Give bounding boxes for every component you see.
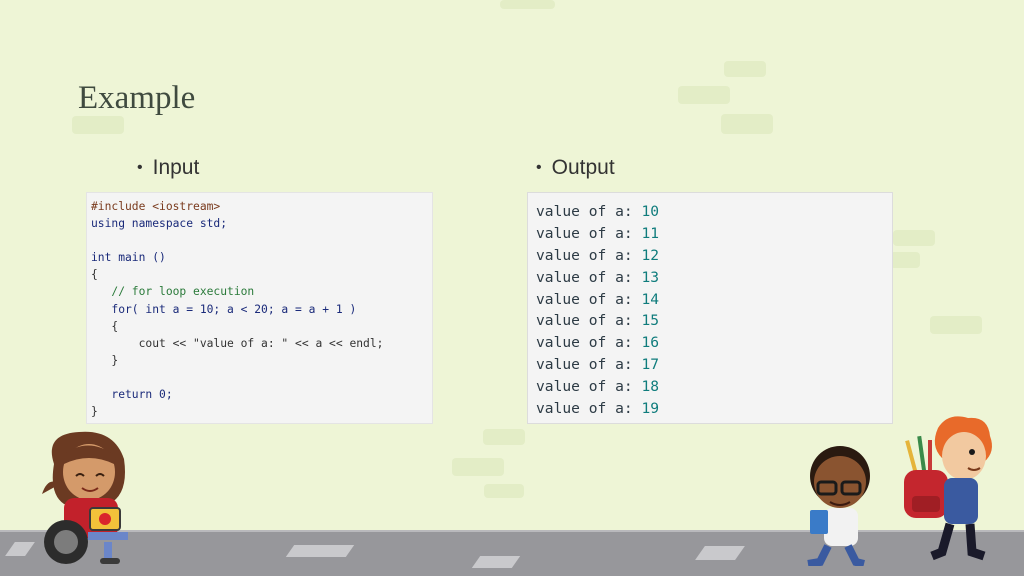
code-line: { — [91, 319, 119, 333]
slide-title: Example — [78, 80, 196, 116]
boy-with-backpack-illustration — [904, 416, 992, 561]
code-line: #include <iostream> — [91, 200, 221, 213]
output-value: 18 — [641, 378, 660, 396]
code-line: { — [91, 268, 98, 282]
output-console-block: value of a: 10 value of a: 11 value of a… — [527, 192, 893, 424]
bullet-icon: • — [137, 159, 143, 176]
output-value: 12 — [641, 246, 660, 264]
output-value: 17 — [641, 356, 660, 374]
output-value: 15 — [641, 312, 660, 330]
code-line: for( int a = 10; a < 20; a = a + 1 ) — [91, 302, 357, 316]
output-prefix: value of a: — [536, 203, 642, 220]
background-brick — [484, 484, 524, 498]
boy-with-glasses-illustration — [807, 446, 870, 566]
code-line: } — [91, 405, 98, 419]
input-heading: • Input — [137, 156, 199, 180]
output-line: value of a: 10 — [536, 201, 892, 223]
background-brick — [483, 429, 525, 445]
output-value: 13 — [641, 268, 660, 286]
output-prefix: value of a: — [536, 400, 642, 418]
bullet-icon: • — [536, 159, 542, 176]
input-code-block: #include <iostream> using namespace std;… — [86, 192, 433, 424]
code-line: // for loop execution — [91, 285, 255, 299]
output-line: value of a: 18 — [536, 376, 892, 398]
output-line: value of a: 19 — [536, 398, 892, 420]
output-line: value of a: 12 — [536, 245, 892, 267]
output-value: 10 — [641, 203, 660, 220]
output-line: value of a: 15 — [536, 310, 892, 332]
background-brick — [452, 458, 504, 476]
output-prefix: value of a: — [536, 312, 642, 330]
output-prefix: value of a: — [536, 246, 642, 264]
output-line: value of a: 17 — [536, 354, 892, 376]
girl-in-wheelchair-illustration — [42, 431, 128, 564]
background-brick — [724, 61, 766, 77]
sidewalk-tile — [285, 545, 355, 557]
background-brick — [72, 116, 124, 134]
output-prefix: value of a: — [536, 356, 642, 374]
code-line: int main () — [91, 251, 166, 265]
input-heading-label: Input — [152, 156, 200, 179]
output-heading: • Output — [536, 156, 615, 180]
code-line: cout << "value of a: " << a << endl; — [91, 336, 384, 350]
background-brick — [721, 114, 773, 134]
background-brick — [893, 230, 935, 246]
output-value: 16 — [641, 334, 660, 352]
code-line: using namespace std; — [91, 217, 228, 231]
output-line: value of a: 16 — [536, 332, 892, 354]
background-brick — [890, 252, 920, 268]
output-line: value of a: 11 — [536, 223, 892, 245]
code-line: } — [91, 353, 119, 367]
output-prefix: value of a: — [536, 224, 642, 242]
output-value: 11 — [641, 224, 660, 242]
output-line: value of a: 13 — [536, 267, 892, 289]
output-line: value of a: 14 — [536, 289, 892, 311]
output-value: 14 — [641, 290, 660, 308]
code-line: return 0; — [91, 388, 173, 402]
output-prefix: value of a: — [536, 334, 642, 352]
output-prefix: value of a: — [536, 290, 642, 308]
output-prefix: value of a: — [536, 268, 642, 286]
output-value: 19 — [641, 400, 660, 418]
background-brick — [930, 316, 982, 334]
output-prefix: value of a: — [536, 378, 642, 396]
background-brick — [678, 86, 730, 104]
slide-canvas: Example • Input • Output #include <iostrea… — [0, 0, 1024, 576]
sidewalk-tile — [471, 556, 521, 568]
background-brick — [500, 0, 555, 9]
output-heading-label: Output — [551, 156, 615, 179]
